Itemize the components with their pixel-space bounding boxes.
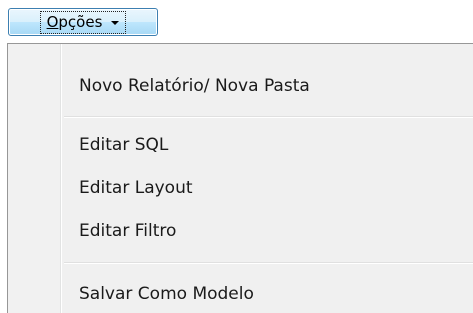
- menu-item-editar-sql[interactable]: Editar SQL: [79, 135, 168, 155]
- menu-item-novo-relatorio[interactable]: Novo Relatório/ Nova Pasta: [79, 76, 310, 96]
- menu-separator: [64, 262, 473, 264]
- opcoes-label-rest: pções: [58, 12, 103, 31]
- chevron-down-icon: [111, 20, 120, 25]
- menu-item-editar-layout[interactable]: Editar Layout: [79, 178, 193, 198]
- menu-icon-gutter: [8, 44, 60, 313]
- menu-separator: [64, 116, 473, 118]
- opcoes-button-label: Opções: [47, 13, 103, 31]
- opcoes-dropdown-button[interactable]: Opções: [8, 8, 158, 36]
- opcoes-mnemonic: O: [46, 12, 59, 31]
- opcoes-menu: Novo Relatório/ Nova Pasta Editar SQL Ed…: [7, 43, 473, 313]
- menu-item-editar-filtro[interactable]: Editar Filtro: [79, 221, 176, 241]
- screen: Opções Novo Relatório/ Nova Pasta Editar…: [0, 0, 473, 313]
- menu-gutter-highlight: [61, 44, 62, 313]
- focus-rect: Opções: [39, 10, 127, 34]
- menu-item-salvar-como-modelo[interactable]: Salvar Como Modelo: [79, 284, 254, 304]
